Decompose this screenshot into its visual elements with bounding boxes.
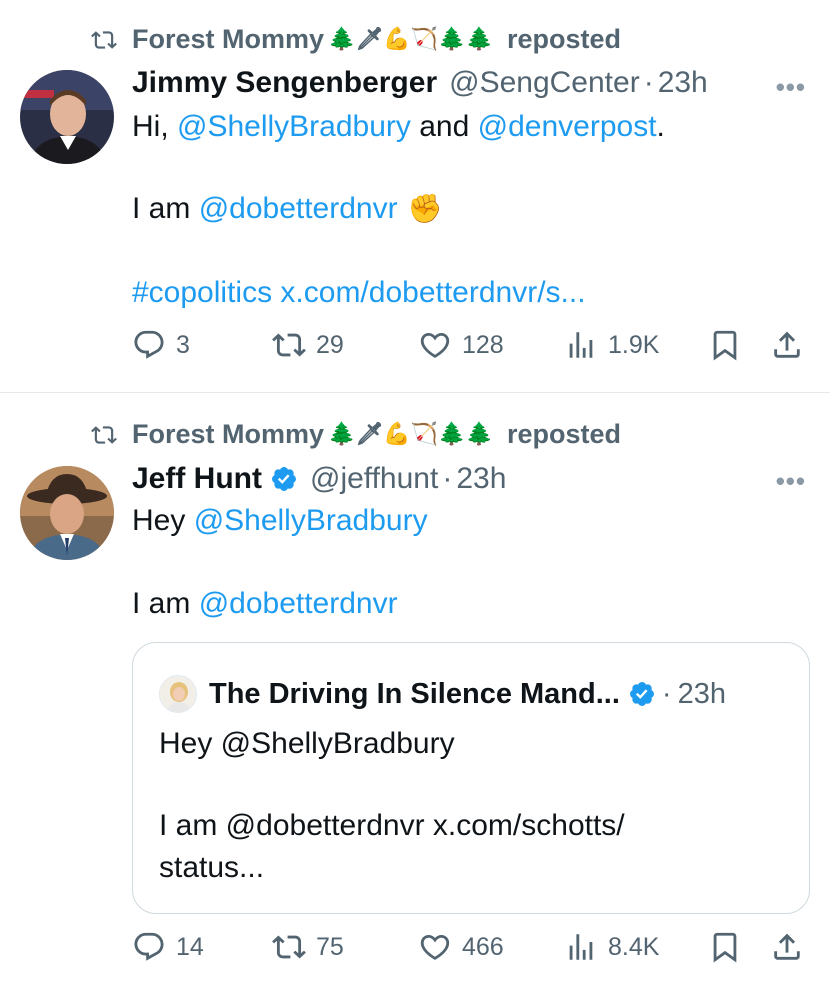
action-bar: 3 29 128 1.9K [132,328,812,368]
reposted-label: reposted [506,24,621,54]
more-options-button[interactable]: ••• [776,466,806,497]
like-count: 128 [462,330,504,359]
avatar-image [20,466,114,560]
avatar[interactable] [20,466,114,560]
separator-dot: · [643,66,654,99]
more-options-button[interactable]: ••• [776,72,806,103]
author-name[interactable]: Jimmy Sengenberger [132,66,437,100]
text-fragment: I am [132,192,199,225]
timestamp[interactable]: 23h [456,462,506,496]
tweet-header: Jimmy Sengenberger @SengCenter · 23h [132,66,708,100]
repost-indicator[interactable]: Forest Mommy 🌲🗡💪🏹🌲🌲 reposted [88,419,621,450]
avatar[interactable] [20,70,114,164]
quoted-avatar [159,675,197,713]
bookmark-button[interactable] [708,930,742,964]
quoted-text-line: Hey @ShellyBradbury [159,727,455,760]
text-fragment: . [656,110,665,143]
quoted-timestamp[interactable]: 23h [678,678,726,711]
quoted-tweet-header: The Driving In Silence Mand... · 23h [159,675,726,713]
bookmark-icon [713,932,737,963]
repost-button[interactable]: 75 [272,930,344,964]
like-count: 466 [462,932,504,961]
repost-icon [91,425,117,444]
hashtag-link[interactable]: #copolitics [132,276,272,309]
quoted-author-name[interactable]: The Driving In Silence Mand... [209,678,620,711]
text-fragment: I am [132,587,199,620]
author-handle[interactable]: @SengCenter [449,66,640,100]
reposter-name-emojis: 🌲🗡💪🏹🌲🌲 [328,27,493,52]
reply-count: 14 [176,932,204,961]
timestamp[interactable]: 23h [658,66,708,100]
like-button[interactable]: 128 [418,328,504,362]
bookmark-icon [713,330,737,361]
mention-link[interactable]: @ShellyBradbury [194,504,428,537]
repost-button[interactable]: 29 [272,328,344,362]
author-name[interactable]: Jeff Hunt [132,462,262,496]
share-icon [774,933,800,960]
repost-indicator[interactable]: Forest Mommy 🌲🗡💪🏹🌲🌲 reposted [88,24,621,55]
mention-link[interactable]: @dobetterdnvr [199,192,398,225]
repost-icon [272,935,306,959]
quoted-text-line: status... [159,851,265,884]
repost-count: 75 [316,932,344,961]
url-link[interactable]: x.com/dobetterdnvr/s... [280,276,585,309]
repost-icon [91,30,117,49]
mention-link[interactable]: @denverpost [478,110,657,143]
action-bar: 14 75 466 8.4K [132,930,812,970]
text-fragment: and [410,110,478,143]
tweet-text-line: Hi, @ShellyBradbury and @denverpost. [132,110,665,144]
separator-dot: · [661,677,672,710]
avatar-image [20,70,114,164]
reposter-name[interactable]: Forest Mommy [132,24,324,55]
reply-icon [134,330,164,359]
reply-button[interactable]: 3 [132,328,190,362]
share-icon [774,331,800,358]
text-fragment: Hey [132,504,194,537]
tweet-text-line: I am @dobetterdnvr [132,587,398,621]
author-handle[interactable]: @jeffhunt [310,462,438,496]
tweet[interactable]: Forest Mommy 🌲🗡💪🏹🌲🌲 reposted Jeff Hunt @… [0,394,830,1000]
bookmark-button[interactable] [708,328,742,362]
verified-badge-icon [272,467,296,491]
view-count: 1.9K [608,330,660,359]
quoted-avatar-image [160,676,196,712]
heart-icon [420,934,450,960]
views-button[interactable]: 8.4K [564,930,659,964]
tweet-header: Jeff Hunt @jeffhunt · 23h [132,462,506,496]
reposted-label: reposted [506,419,621,449]
verified-badge-icon [629,682,654,706]
heart-icon [420,332,450,358]
mention-link[interactable]: @ShellyBradbury [177,110,411,143]
tweet-text-line: Hey @ShellyBradbury [132,504,428,538]
tweet-text-line: I am @dobetterdnvr ✊ [132,192,442,226]
repost-icon [272,333,306,357]
share-button[interactable] [770,930,804,964]
tweet-text-line: #copolitics x.com/dobetterdnvr/s... [132,276,586,310]
like-button[interactable]: 466 [418,930,504,964]
mention-link[interactable]: @dobetterdnvr [199,587,398,620]
views-button[interactable]: 1.9K [564,328,659,362]
view-count: 8.4K [608,932,660,961]
reply-button[interactable]: 14 [132,930,204,964]
separator-dot: · [442,462,453,495]
reply-icon [134,932,164,961]
raised-fist-emoji: ✊ [407,192,443,225]
share-button[interactable] [770,328,804,362]
quoted-text-line: I am @dobetterdnvr x.com/schotts/ [159,809,625,842]
text-fragment: Hi, [132,110,177,143]
reply-count: 3 [176,330,190,359]
reposter-name[interactable]: Forest Mommy [132,419,324,450]
views-chart-icon [569,934,593,960]
quoted-tweet-card[interactable]: The Driving In Silence Mand... · 23h Hey… [132,642,810,914]
tweet[interactable]: Forest Mommy 🌲🗡💪🏹🌲🌲 reposted Jimmy Senge… [0,0,830,393]
views-chart-icon [569,332,593,358]
reposter-name-emojis: 🌲🗡💪🏹🌲🌲 [328,422,493,447]
repost-count: 29 [316,330,344,359]
